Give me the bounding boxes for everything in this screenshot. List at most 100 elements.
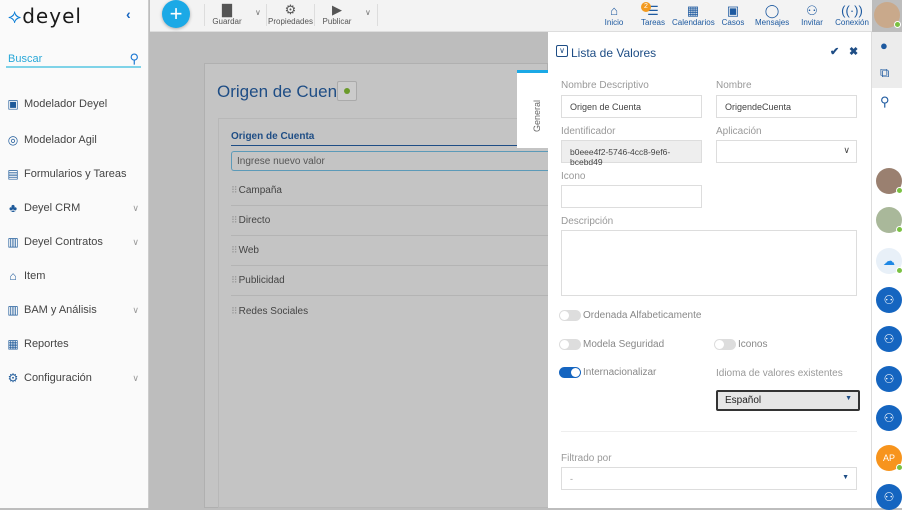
drag-handle-icon[interactable]: ⠿ bbox=[231, 185, 237, 196]
sidebar-item-formularios[interactable]: ▤ Formularios y Tareas bbox=[0, 164, 149, 184]
drag-handle-icon[interactable]: ⠿ bbox=[231, 245, 237, 256]
chevron-down-icon: ∨ bbox=[843, 145, 850, 155]
sidebar-item-modelador-deyel[interactable]: ▣ Modelador Deyel bbox=[0, 94, 149, 114]
sidebar-item-label: Reportes bbox=[24, 338, 69, 350]
save-button[interactable]: ▇ Guardar bbox=[212, 2, 242, 26]
nombre-descriptivo-input[interactable]: Origen de Cuenta bbox=[561, 95, 702, 118]
nav-mensajes[interactable]: ◯ Mensajes bbox=[755, 3, 789, 27]
chevron-down-icon[interactable]: ∨ bbox=[132, 237, 139, 248]
toggle-label: Ordenada Alfabeticamente bbox=[583, 310, 702, 321]
aplicacion-select[interactable]: ∨ bbox=[716, 140, 857, 163]
search-icon[interactable]: ⚲ bbox=[129, 51, 139, 67]
field-label: Descripción bbox=[561, 216, 614, 227]
descripcion-textarea[interactable] bbox=[561, 230, 857, 296]
group-avatar[interactable]: ⚇ bbox=[876, 405, 902, 431]
nav-label: Inicio bbox=[604, 18, 624, 27]
new-value-input[interactable]: Ingrese nuevo valor bbox=[231, 151, 548, 171]
form-icon: ▤ bbox=[7, 167, 19, 181]
list-item[interactable]: ⠿ Directo bbox=[231, 206, 548, 236]
divider bbox=[377, 4, 378, 26]
sidebar-item-crm[interactable]: ♣ Deyel CRM ∨ bbox=[0, 198, 149, 218]
divider bbox=[314, 4, 315, 26]
group-avatar[interactable]: ⚇ bbox=[876, 326, 902, 352]
sidebar-item-contratos[interactable]: ▥ Deyel Contratos ∨ bbox=[0, 232, 149, 252]
toggle-label: Modela Seguridad bbox=[583, 339, 665, 350]
bank-icon: ⌂ bbox=[9, 269, 17, 283]
search-placeholder: Buscar bbox=[8, 53, 43, 65]
icono-input[interactable] bbox=[561, 185, 702, 208]
nav-casos[interactable]: ▣ Casos bbox=[720, 3, 746, 27]
search-icon[interactable]: ⚲ bbox=[880, 94, 890, 110]
chevron-down-icon[interactable]: ∨ bbox=[132, 305, 139, 316]
properties-label: Propiedades bbox=[268, 17, 313, 26]
tab-general[interactable]: General bbox=[517, 70, 548, 148]
publish-dropdown-icon[interactable]: ∨ bbox=[365, 8, 371, 17]
drag-handle-icon[interactable]: ⠿ bbox=[231, 215, 237, 226]
bot-avatar[interactable]: ☁ bbox=[876, 248, 902, 274]
nav-conexion[interactable]: ((·)) Conexión bbox=[835, 3, 869, 27]
internacionalizar-toggle[interactable] bbox=[559, 367, 581, 378]
sidebar-item-item[interactable]: ⌂ Item bbox=[0, 266, 149, 286]
chevron-down-icon[interactable]: ∨ bbox=[132, 373, 139, 384]
collapse-sidebar-icon[interactable]: ‹ bbox=[126, 6, 131, 22]
tab-label: General bbox=[532, 99, 543, 133]
iconos-toggle[interactable] bbox=[714, 339, 736, 350]
item-label: Directo bbox=[238, 215, 271, 226]
sidebar bbox=[0, 0, 149, 508]
search-input[interactable]: Buscar ⚲ bbox=[6, 50, 141, 68]
group-avatar[interactable]: ⚇ bbox=[876, 366, 902, 392]
drag-handle-icon[interactable]: ⠿ bbox=[231, 275, 237, 286]
confirm-icon[interactable]: ✔ bbox=[830, 45, 839, 58]
properties-button[interactable]: ⚙ Propiedades bbox=[268, 2, 313, 26]
chevron-down-icon[interactable]: ∨ bbox=[132, 203, 139, 214]
publish-button[interactable]: ▶ Publicar bbox=[322, 2, 352, 26]
filtrado-select[interactable]: - ▼ bbox=[561, 467, 857, 490]
list-item[interactable]: ⠿ Web bbox=[231, 236, 548, 266]
divider bbox=[266, 4, 267, 26]
seguridad-toggle[interactable] bbox=[559, 339, 581, 350]
user-avatar[interactable] bbox=[874, 2, 901, 28]
sidebar-item-modelador-agil[interactable]: ◎ Modelador Agil bbox=[0, 130, 149, 150]
add-button[interactable]: + bbox=[162, 0, 190, 28]
list-item[interactable]: ⠿ Redes Sociales bbox=[231, 296, 548, 326]
status-dot-icon bbox=[344, 88, 350, 94]
nav-inicio[interactable]: ⌂ Inicio bbox=[600, 3, 628, 27]
field-label: Idioma de valores existentes bbox=[716, 368, 843, 379]
nombre-input[interactable]: OrigendeCuenta bbox=[716, 95, 857, 118]
publish-label: Publicar bbox=[322, 17, 352, 26]
user-initials-avatar[interactable]: AP bbox=[876, 445, 902, 471]
sidebar-item-configuracion[interactable]: ⚙ Configuración ∨ bbox=[0, 368, 149, 388]
report-icon: ▦ bbox=[7, 337, 19, 351]
new-chat-icon[interactable]: ● bbox=[880, 38, 888, 53]
deyel-logo[interactable]: ⟡deyel bbox=[8, 4, 82, 28]
ordenada-toggle[interactable] bbox=[559, 310, 581, 321]
signal-icon: ((·)) bbox=[841, 3, 863, 18]
gear-icon: ⚙ bbox=[7, 371, 19, 385]
add-user-icon: ⚇ bbox=[806, 3, 818, 18]
select-value: - bbox=[570, 474, 573, 484]
group-avatar[interactable]: ⚇ bbox=[876, 287, 902, 313]
nav-label: Tareas bbox=[640, 18, 665, 27]
list-item[interactable]: ⠿ Publicidad bbox=[231, 266, 548, 296]
sidebar-item-bam[interactable]: ▥ BAM y Análisis ∨ bbox=[0, 300, 149, 320]
panel-collapse-icon[interactable]: ∨ bbox=[556, 45, 568, 57]
sidebar-item-reportes[interactable]: ▦ Reportes bbox=[0, 334, 149, 354]
sidebar-item-label: Formularios y Tareas bbox=[24, 168, 127, 180]
drag-handle-icon[interactable]: ⠿ bbox=[231, 306, 237, 317]
contact-avatar[interactable] bbox=[876, 168, 902, 194]
contact-avatar[interactable] bbox=[876, 207, 902, 233]
group-avatar[interactable]: ⚇ bbox=[876, 484, 902, 510]
list-item[interactable]: ⠿ Campaña bbox=[231, 176, 548, 206]
chat-icon: ◯ bbox=[764, 3, 780, 18]
field-label: Icono bbox=[561, 171, 586, 182]
close-icon[interactable]: ✖ bbox=[849, 45, 858, 58]
status-button[interactable] bbox=[337, 81, 357, 101]
save-dropdown-icon[interactable]: ∨ bbox=[255, 8, 261, 17]
nav-invitar[interactable]: ⚇ Invitar bbox=[798, 3, 826, 27]
field-label: Nombre bbox=[716, 80, 752, 91]
idioma-select[interactable]: Español ▼ bbox=[716, 390, 860, 411]
tasks-badge: 2 bbox=[641, 2, 651, 12]
external-link-icon[interactable]: ⧉ bbox=[880, 65, 889, 81]
nav-label: Mensajes bbox=[755, 18, 790, 27]
nav-calendarios[interactable]: ▦ Calendarios bbox=[672, 3, 715, 27]
